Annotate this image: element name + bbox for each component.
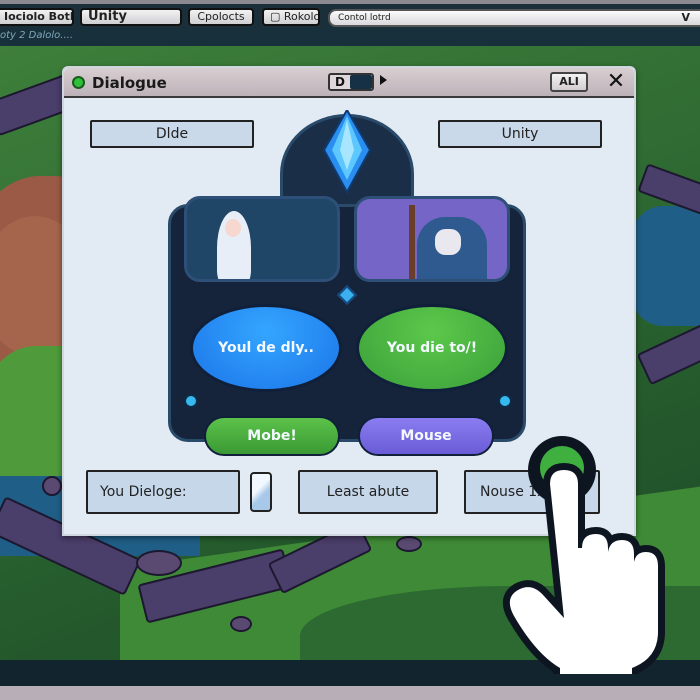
all-button[interactable]: ALI: [550, 72, 588, 92]
rock: [42, 476, 62, 496]
elf-face: [225, 219, 241, 237]
choice-button-2[interactable]: Mouse: [358, 416, 494, 456]
orb-icon: [184, 394, 198, 408]
close-icon[interactable]: ✕: [604, 70, 628, 94]
scrollbar-thumb[interactable]: [250, 472, 272, 512]
rock: [230, 616, 252, 632]
toolbar-button-1[interactable]: Iociolo Botlol: [0, 8, 74, 26]
choice-button-1[interactable]: Mobe!: [204, 416, 340, 456]
dialogue-label-field[interactable]: You Dieloge:: [86, 470, 240, 514]
speech-bubble-elf[interactable]: Youl de dly..: [190, 304, 342, 392]
crystal-gem-icon: [322, 110, 372, 194]
toolbar-button-4[interactable]: ▢ Rokolo ): [262, 8, 320, 26]
search-value: Contol lotrd: [338, 13, 391, 23]
orb-icon: [498, 394, 512, 408]
play-icon[interactable]: [380, 75, 387, 85]
toolbar-button-4-label: Rokolo ): [283, 10, 320, 23]
chevron-down-icon[interactable]: V: [681, 11, 690, 25]
mode-toggle-knob: [350, 75, 372, 89]
toolbar-search-input[interactable]: Contol lotrd V: [328, 9, 700, 27]
wizard-staff: [409, 205, 415, 279]
mode-toggle[interactable]: D: [328, 73, 374, 91]
rock: [396, 536, 422, 552]
wizard-face: [435, 229, 461, 255]
mode-toggle-label: D: [335, 75, 345, 89]
middle-field[interactable]: Least abute: [298, 470, 438, 514]
toolbar-button-projects[interactable]: Cpolocts: [188, 8, 254, 26]
window-titlebar[interactable]: Dialogue D ALI ✕: [64, 68, 634, 98]
water-pool: [630, 206, 700, 326]
status-indicator-icon: [72, 76, 85, 89]
speech-bubble-wizard[interactable]: You die to/!: [356, 304, 508, 392]
stone-wall: [636, 320, 700, 386]
editor-toolbar: Iociolo Botlol Unity Cpolocts ▢ Rokolo )…: [0, 4, 700, 28]
window-title: Dialogue: [92, 74, 167, 92]
editor-subbar: oty 2 Dalolo....: [0, 28, 700, 46]
bottom-strip: [0, 686, 700, 700]
dialogue-frame: Youl de dly.. You die to/! Mobe! Mouse: [164, 108, 530, 456]
wizard-portrait: [354, 196, 510, 282]
subbar-text: oty 2 Dalolo....: [0, 30, 74, 41]
elf-portrait: [184, 196, 340, 282]
pointing-hand-cursor-icon: [502, 436, 665, 674]
toolbar-button-unity[interactable]: Unity: [80, 8, 182, 26]
rock: [136, 550, 182, 576]
